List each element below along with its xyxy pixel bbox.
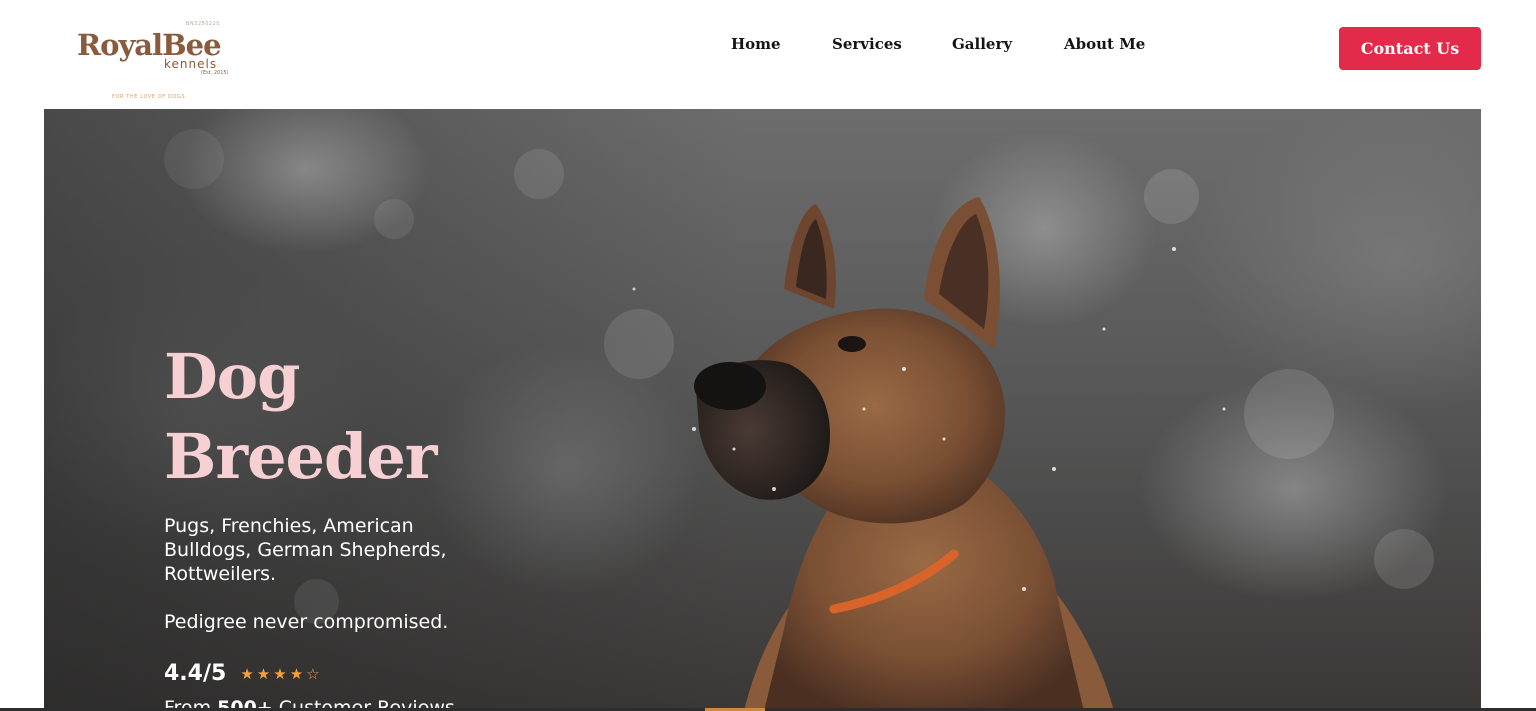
logo-tagline: FOR THE LOVE OF DOGS [112, 94, 186, 100]
logo-established: (Est. 2015) [201, 70, 229, 76]
star-outline-icon: ☆ [306, 664, 320, 683]
site-header: BN3250225 RoyalBee kennels (Est. 2015) F… [0, 0, 1536, 109]
nav-services[interactable]: Services [832, 35, 902, 53]
hero-title-line-2: Breeder [164, 420, 437, 493]
logo-registration: BN3250225 [186, 21, 220, 27]
star-icon: ★ [273, 664, 287, 683]
star-icon: ★ [240, 664, 254, 683]
hero-section: Dog Breeder Pugs, Frenchies, American Bu… [44, 109, 1481, 711]
nav-about-me[interactable]: About Me [1064, 35, 1145, 53]
star-icon: ★ [289, 664, 304, 683]
hero-title-line-1: Dog [164, 340, 300, 413]
rating-stars: ★ ★ ★ ★ ☆ [240, 665, 319, 683]
hero-title: Dog Breeder [164, 337, 437, 497]
nav-home[interactable]: Home [731, 35, 781, 53]
star-icon: ★ [256, 664, 271, 683]
rating: 4.4/5 ★ ★ ★ ★ ☆ [164, 661, 320, 686]
logo-kennels: kennels [164, 57, 218, 71]
royalbee-logo[interactable]: BN3250225 RoyalBee kennels (Est. 2015) F… [74, 20, 234, 102]
hero-pedigree-text: Pedigree never compromised. [164, 611, 449, 633]
contact-us-button[interactable]: Contact Us [1339, 27, 1481, 70]
rating-value: 4.4/5 [164, 661, 227, 686]
hero-description: Pugs, Frenchies, American Bulldogs, Germ… [164, 515, 447, 585]
nav-gallery[interactable]: Gallery [952, 35, 1012, 53]
